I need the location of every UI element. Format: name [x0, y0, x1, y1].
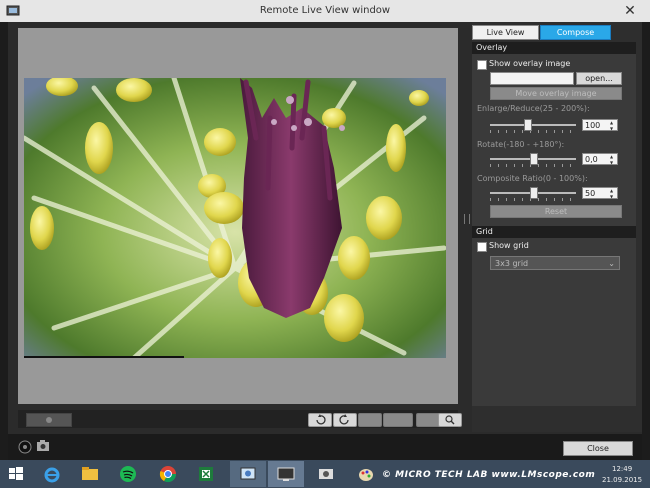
ratio-spinbox[interactable]: 50	[582, 187, 618, 200]
overlay-file-field[interactable]	[490, 72, 574, 85]
remote-app-task[interactable]	[268, 461, 304, 487]
rotate-right-icon[interactable]	[333, 413, 357, 427]
overlay-header: Overlay	[472, 42, 636, 54]
main-window: Live View Compose Overlay Show overlay i…	[8, 22, 642, 434]
enlarge-slider[interactable]	[490, 124, 576, 126]
image-icon[interactable]	[416, 413, 440, 427]
overlay-section: Overlay Show overlay image open... Move …	[472, 42, 636, 232]
show-grid-checkbox[interactable]	[477, 242, 487, 252]
title-bar: Remote Live View window ✕	[0, 0, 650, 22]
aspect-menu-icon[interactable]	[383, 413, 413, 427]
grid-section: Grid Show grid 3x3 grid ⌄	[472, 226, 636, 406]
rotate-label: Rotate(-180 - +180°):	[477, 140, 565, 149]
camera-icon[interactable]	[316, 464, 336, 484]
chrome-icon[interactable]	[158, 464, 178, 484]
show-overlay-label: Show overlay image	[489, 59, 571, 68]
explorer-icon[interactable]	[80, 464, 100, 484]
show-overlay-checkbox[interactable]	[477, 60, 487, 70]
rotate-left-icon[interactable]	[308, 413, 332, 427]
enlarge-label: Enlarge/Reduce(25 - 200%):	[477, 104, 590, 113]
power-icon[interactable]	[18, 440, 32, 454]
open-button[interactable]: open...	[576, 72, 622, 85]
excel-icon[interactable]	[196, 464, 216, 484]
chevron-down-icon: ⌄	[608, 259, 615, 268]
move-overlay-button[interactable]: Move overlay image	[490, 87, 622, 100]
eos-utility-task[interactable]	[230, 461, 266, 487]
zoom-frame-icon[interactable]	[358, 413, 382, 427]
paint-icon[interactable]	[356, 464, 376, 484]
magnify-icon[interactable]	[438, 413, 462, 427]
enlarge-spinbox[interactable]: 100	[582, 119, 618, 132]
grid-header: Grid	[472, 226, 636, 238]
clock-time[interactable]: 12:49	[612, 465, 632, 473]
tab-compose[interactable]: Compose	[540, 25, 611, 40]
rotate-slider-thumb[interactable]	[530, 153, 538, 165]
enlarge-ticks	[490, 130, 576, 133]
show-grid-label: Show grid	[489, 241, 529, 250]
ratio-slider-thumb[interactable]	[530, 187, 538, 199]
spotify-icon[interactable]	[118, 464, 138, 484]
grid-type-value: 3x3 grid	[495, 259, 529, 268]
clock-date[interactable]: 21.09.2015	[602, 476, 642, 484]
panel-splitter[interactable]	[464, 214, 470, 224]
bottom-bar: Close	[8, 434, 642, 460]
camera-settings-icon[interactable]	[36, 439, 52, 453]
windows-start-icon[interactable]	[6, 464, 26, 484]
live-view-area[interactable]	[18, 28, 458, 404]
remote-app-icon	[277, 467, 295, 481]
enlarge-slider-thumb[interactable]	[524, 119, 532, 131]
live-view-image	[24, 78, 446, 358]
watermark-text: © MICRO TECH LAB www.LMscope.com	[382, 470, 596, 480]
record-button[interactable]	[26, 413, 72, 427]
ie-icon[interactable]	[42, 464, 62, 484]
viewer-toolbar	[18, 410, 462, 428]
reset-button[interactable]: Reset	[490, 205, 622, 218]
ratio-label: Composite Ratio(0 - 100%):	[477, 174, 588, 183]
close-button[interactable]: Close	[563, 441, 633, 456]
window-title: Remote Live View window	[259, 5, 391, 16]
window-close-icon[interactable]: ✕	[616, 0, 644, 22]
right-panel: Live View Compose Overlay Show overlay i…	[472, 22, 642, 432]
rotate-spinbox[interactable]: 0,0	[582, 153, 618, 166]
tab-live-view[interactable]: Live View	[472, 25, 539, 40]
eos-utility-icon	[240, 467, 256, 480]
grid-type-select[interactable]: 3x3 grid ⌄	[490, 256, 620, 270]
